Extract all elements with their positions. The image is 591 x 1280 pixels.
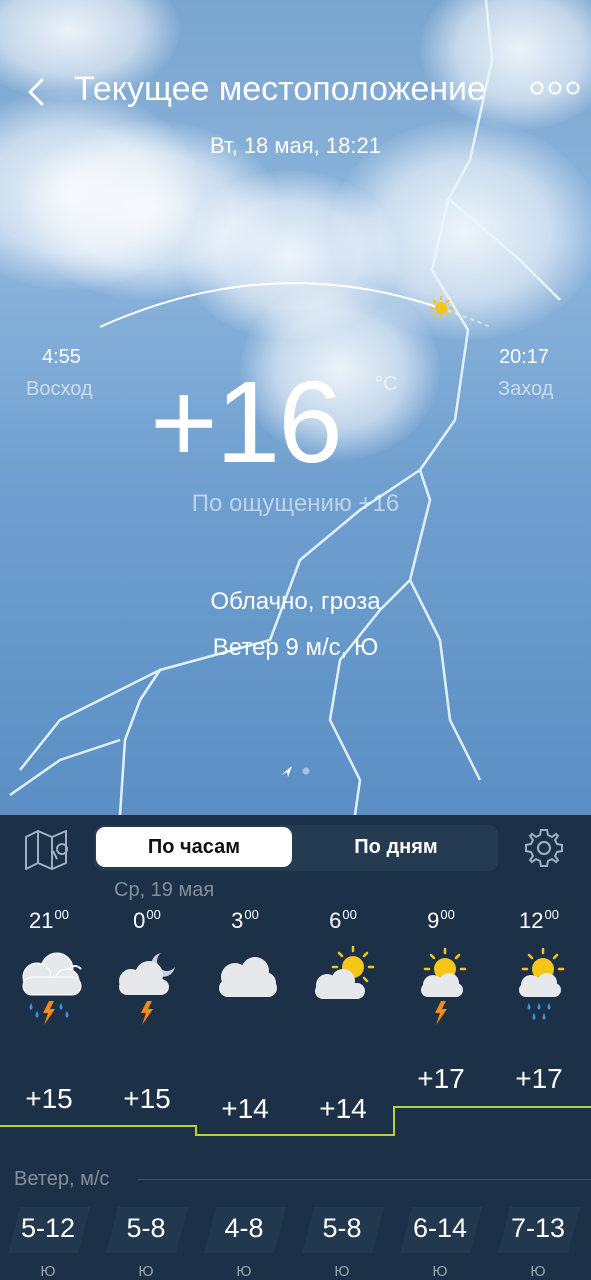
divider: [138, 1179, 591, 1180]
current-temperature: +16: [150, 357, 343, 487]
wind-item: 5-8 Ю: [294, 1205, 392, 1280]
sun-position-icon: [429, 296, 453, 320]
chevron-left-icon: [28, 78, 44, 106]
wind-speed: 7-13: [510, 1213, 566, 1243]
wind-item: 5-12 Ю: [0, 1205, 98, 1280]
forecast-day-label: Ср, 19 мая: [114, 879, 215, 901]
settings-button[interactable]: [523, 827, 565, 869]
map-icon: [25, 830, 68, 870]
cloud-thunder-rain-icon: [22, 952, 82, 1025]
wind-item: 6-14 Ю: [392, 1205, 490, 1280]
hour-time: 000: [133, 907, 161, 933]
view-toggle: По часам По дням: [94, 825, 498, 871]
weather-hero: Текущее местоположение Вт, 18 мая, 18:21: [0, 0, 591, 815]
sunset-time: 20:17: [499, 346, 550, 368]
partly-cloudy-icon: [315, 945, 375, 999]
hour-time: 900: [427, 907, 455, 933]
sunrise-label: Восход: [26, 378, 93, 400]
current-wind: Ветер 9 м/с, Ю: [212, 634, 379, 661]
tab-daily[interactable]: По дням: [298, 827, 494, 867]
wind-speed: 4-8: [224, 1213, 264, 1243]
sun-cloud-thunder-icon: [421, 947, 467, 1025]
hour-temperature: +15: [123, 1083, 171, 1114]
hour-item: 2100: [0, 907, 98, 1034]
map-button[interactable]: [22, 827, 70, 871]
forecast-panel: По часам По дням Ср, 19 мая 2100 000 300…: [0, 815, 591, 1280]
current-date: Вт, 18 мая, 18:21: [210, 133, 381, 158]
wind-direction: Ю: [530, 1263, 546, 1280]
hour-item: 000: [98, 907, 196, 1034]
sunrise-time: 4:55: [42, 346, 81, 368]
hour-time: 1200: [519, 907, 559, 933]
hour-item: 300: [196, 907, 294, 1034]
hour-temperature: +14: [319, 1093, 367, 1124]
wind-item: 7-13 Ю: [490, 1205, 588, 1280]
hour-temperature: +14: [221, 1093, 269, 1124]
hour-time: 2100: [29, 907, 69, 933]
location-arrow-icon: [281, 766, 292, 777]
page-indicator[interactable]: [279, 763, 319, 779]
wind-section-title: Ветер, м/с: [14, 1168, 110, 1190]
sun-cloud-rain-icon: [519, 947, 565, 1020]
more-options-button[interactable]: [529, 78, 581, 98]
night-cloud-thunder-icon: [119, 953, 175, 1025]
hour-item: 600: [294, 907, 392, 1034]
sun-arc: [99, 282, 491, 328]
feels-like: По ощущению +16: [191, 490, 400, 517]
sunset-label: Заход: [498, 378, 554, 400]
hour-item: 1200: [490, 907, 588, 1034]
cloudy-icon: [219, 957, 277, 997]
wind-speed: 5-8: [322, 1213, 362, 1243]
more-dots-icon: [530, 81, 580, 95]
wind-item: 4-8 Ю: [196, 1205, 294, 1280]
wind-direction: Ю: [432, 1263, 448, 1280]
wind-direction: Ю: [138, 1263, 154, 1280]
wind-speed: 6-14: [412, 1213, 468, 1243]
hour-item: 900: [392, 907, 490, 1034]
temperature-graph: +15 +15 +14 +14 +17 +17: [0, 1055, 591, 1155]
gear-icon: [525, 829, 563, 867]
wind-direction: Ю: [40, 1263, 56, 1280]
wind-direction: Ю: [236, 1263, 252, 1280]
hour-time: 300: [231, 907, 259, 933]
hour-temperature: +17: [515, 1063, 563, 1094]
weather-condition: Облачно, гроза: [210, 588, 381, 615]
hour-time: 600: [329, 907, 357, 933]
hourly-forecast: 2100 000 300 600 900 1200: [0, 907, 591, 1047]
location-title[interactable]: Текущее местоположение: [74, 70, 486, 109]
wind-forecast: 5-12 Ю 5-8 Ю 4-8 Ю 5-8 Ю 6-14 Ю 7-13 Ю: [0, 1205, 591, 1280]
hour-temperature: +15: [25, 1083, 73, 1114]
app-header: Текущее местоположение: [0, 62, 591, 118]
wind-speed: 5-8: [126, 1213, 166, 1243]
wind-speed: 5-12: [20, 1213, 76, 1243]
wind-direction: Ю: [334, 1263, 350, 1280]
temperature-unit: °C: [375, 373, 398, 395]
tab-hourly[interactable]: По часам: [96, 827, 292, 867]
back-button[interactable]: [20, 72, 56, 112]
hour-temperature: +17: [417, 1063, 465, 1094]
wind-item: 5-8 Ю: [98, 1205, 196, 1280]
